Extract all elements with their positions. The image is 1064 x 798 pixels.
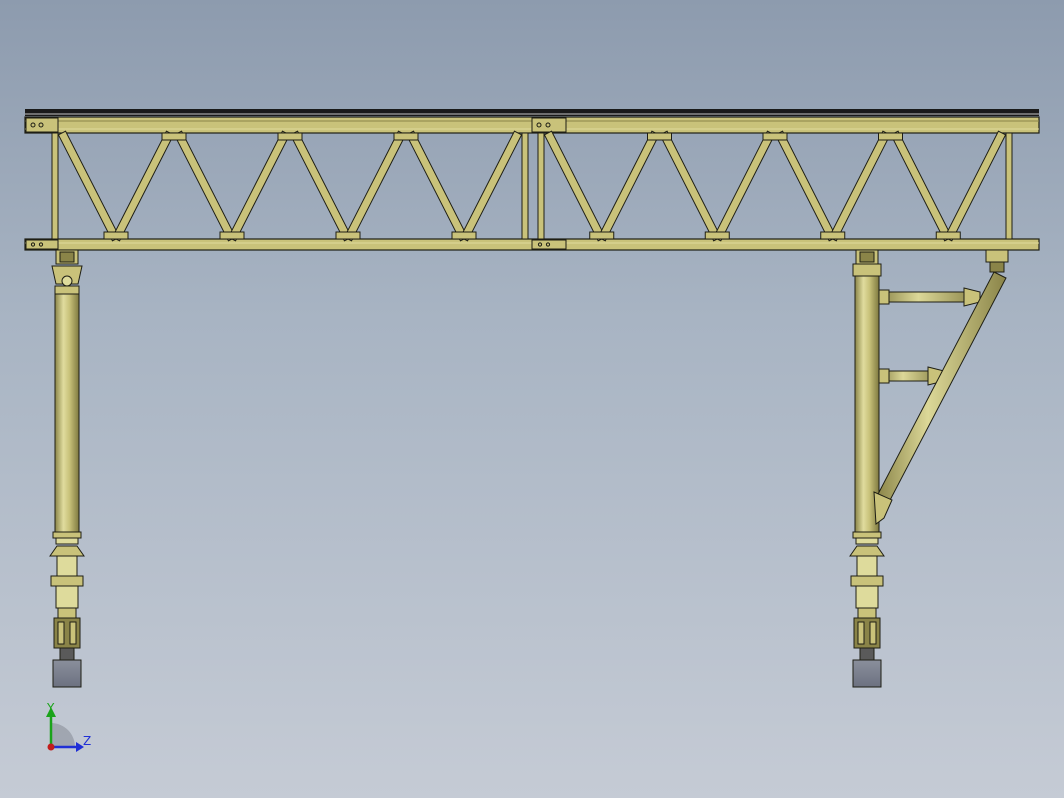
truss-diagonal — [944, 130, 1007, 242]
truss-girder[interactable] — [24, 109, 1040, 251]
truss-diagonal — [774, 130, 837, 242]
left-foundation-pad — [52, 659, 82, 688]
right-foundation-pad — [852, 659, 882, 688]
horizontal-strut-upper — [878, 287, 981, 307]
gusset-plate-bottom — [219, 231, 245, 240]
truss-post — [537, 132, 545, 240]
right-base-jack — [849, 531, 885, 661]
gusset-plate-bottom — [103, 231, 129, 240]
left-support-column[interactable] — [49, 249, 85, 688]
gusset-plate-top — [647, 132, 672, 141]
z-axis-label: Z — [83, 734, 91, 748]
gusset-plate-bottom — [589, 231, 615, 240]
truss-diagonal — [57, 130, 121, 242]
truss-diagonal — [343, 130, 407, 242]
gusset-plate-top — [161, 132, 187, 141]
gusset-plate-bottom — [935, 231, 961, 240]
splice-plate-top — [531, 117, 567, 133]
truss-diagonal — [828, 130, 891, 242]
gusset-plate-top — [277, 132, 303, 141]
truss-diagonal — [459, 130, 523, 242]
truss-diagonal — [405, 130, 469, 242]
truss-posts — [51, 132, 1013, 240]
horizontal-strut-lower — [878, 366, 945, 386]
truss-diagonal — [111, 130, 175, 242]
truss-diagonal — [659, 130, 722, 242]
end-plate-left-bottom — [25, 239, 59, 250]
gusset-plate-bottom — [704, 231, 730, 240]
truss-diagonals — [57, 130, 1007, 242]
gusset-plate-bottom — [451, 231, 477, 240]
orientation-triad: Y Z — [46, 701, 91, 752]
truss-post — [521, 132, 529, 240]
triad-arc — [51, 723, 75, 747]
end-plate-left-top — [25, 117, 59, 133]
left-column-tube — [54, 293, 80, 533]
gusset-plate-bottom — [335, 231, 361, 240]
triad-origin — [47, 743, 55, 751]
gusset-plate-bottom — [820, 231, 846, 240]
gusset-plate-top — [878, 132, 903, 141]
truss-diagonal — [713, 130, 776, 242]
diagonal-brace — [873, 249, 1009, 525]
gusset-plate-top — [762, 132, 788, 141]
cad-viewport[interactable]: Y Z — [0, 0, 1064, 798]
left-base-jack — [49, 531, 85, 661]
truss-diagonal — [890, 130, 953, 242]
truss-gusset-plates — [103, 132, 961, 240]
y-axis-label: Y — [46, 701, 55, 715]
truss-diagonal — [597, 130, 660, 242]
truss-diagonal — [173, 130, 237, 242]
truss-post — [51, 132, 59, 240]
truss-diagonal — [543, 130, 606, 242]
splice-plate-bottom — [531, 239, 567, 250]
truss-post — [1005, 132, 1013, 240]
truss-diagonal — [227, 130, 291, 242]
truss-diagonal — [289, 130, 353, 242]
right-support-column[interactable] — [849, 249, 1009, 688]
gusset-plate-top — [393, 132, 419, 141]
